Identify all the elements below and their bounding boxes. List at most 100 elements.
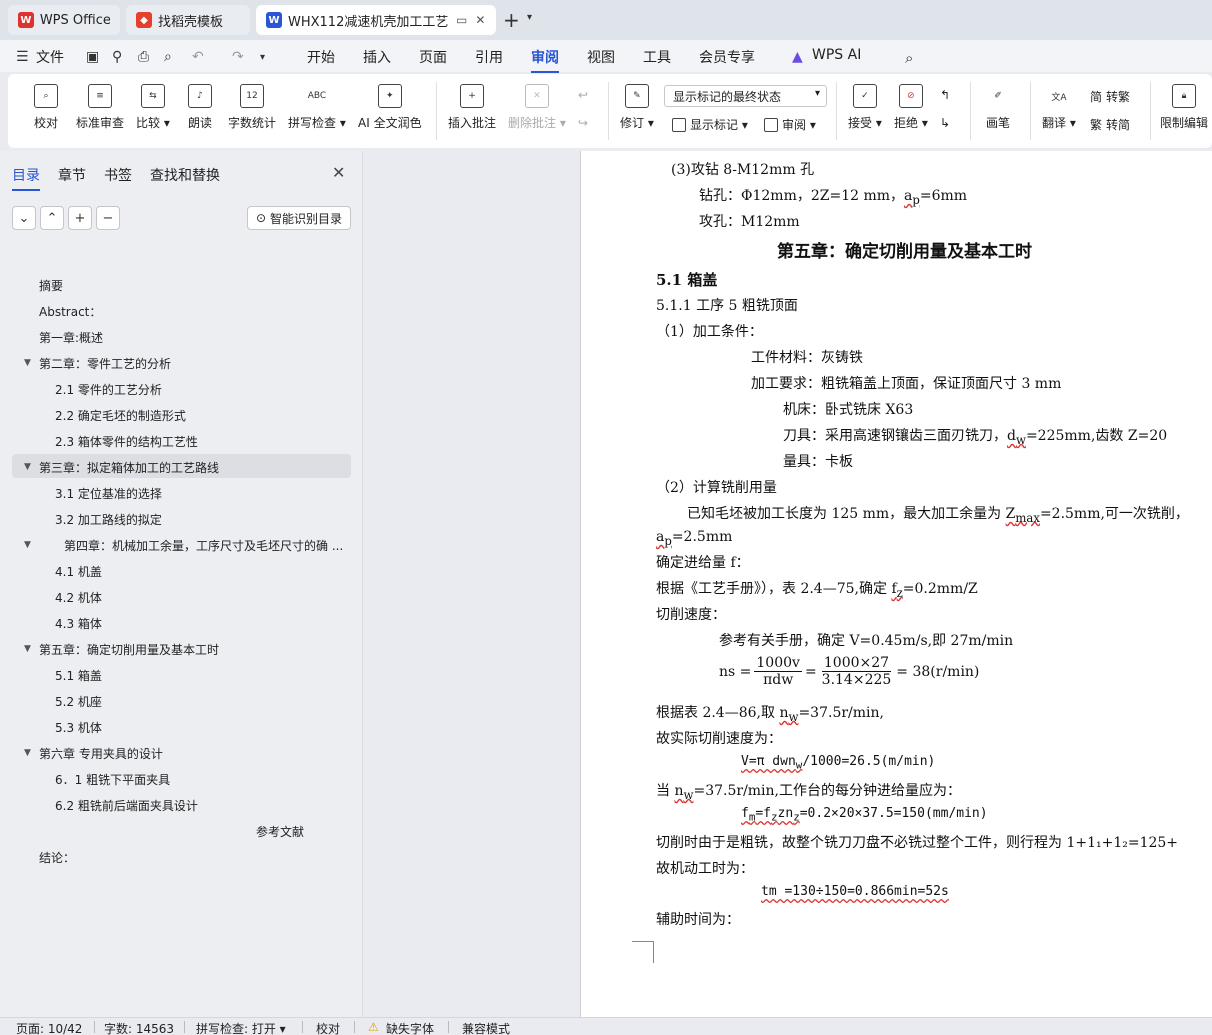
divider — [436, 82, 437, 140]
compare-button[interactable]: ⇆ 比较 ▾ — [136, 84, 170, 131]
toc-item[interactable]: 第五章：确定切削用量及基本工时 — [39, 641, 219, 658]
nav-tab-chapters[interactable]: 章节 — [58, 165, 86, 185]
doc-line: 故机动工时为： — [656, 861, 754, 877]
reject-button[interactable]: ⊘ 拒绝 ▾ — [894, 84, 928, 131]
menu-page[interactable]: 页面 — [419, 47, 447, 67]
translate-button[interactable]: 文A 翻译 ▾ — [1042, 84, 1076, 131]
hamburger-icon[interactable]: ☰ — [16, 49, 29, 65]
spell-check-button[interactable]: ABC 拼写检查 ▾ — [288, 84, 346, 131]
show-markup-button[interactable]: 显示标记 ▾ — [672, 116, 748, 133]
close-icon[interactable]: ✕ — [475, 13, 485, 27]
menu-file[interactable]: 文件 — [36, 47, 64, 67]
tab-document[interactable]: W WHX112减速机壳加工工艺及 ▭ ✕ — [256, 5, 496, 35]
nav-tab-toc[interactable]: 目录 — [12, 165, 40, 191]
tab-docer[interactable]: ◆ 找稻壳模板 — [126, 5, 250, 35]
new-tab-icon[interactable]: + — [503, 8, 520, 32]
toc-item[interactable]: 第一章:概述 — [39, 329, 103, 346]
status-word-count[interactable]: 字数: 14563 — [104, 1020, 174, 1035]
word-count-button[interactable]: 12 字数统计 — [228, 84, 276, 131]
show-markup-icon — [672, 117, 686, 132]
add-heading-icon[interactable]: + — [68, 206, 92, 230]
share-icon[interactable]: ⚲ — [112, 49, 122, 65]
prev-comment-icon[interactable]: ↩ — [578, 88, 588, 102]
chevron-down-icon[interactable]: ▾ — [260, 52, 265, 63]
toc-item[interactable]: 第六章 专用夹具的设计 — [39, 745, 163, 762]
menu-reference[interactable]: 引用 — [475, 47, 503, 67]
to-simplified-button[interactable]: 繁 转简 — [1090, 116, 1130, 133]
menu-start[interactable]: 开始 — [307, 47, 335, 67]
toc-item[interactable]: 4.1 机盖 — [55, 563, 102, 580]
remove-heading-icon[interactable]: − — [96, 206, 120, 230]
toc-item[interactable]: 摘要 — [39, 277, 63, 294]
expand-arrow-icon[interactable]: ▼ — [24, 540, 31, 550]
close-icon[interactable]: ✕ — [332, 163, 345, 182]
expand-arrow-icon[interactable]: ▼ — [24, 462, 31, 472]
print-icon[interactable]: ⎙ — [138, 49, 149, 65]
chevron-down-icon[interactable]: ▾ — [527, 12, 532, 23]
toc-item[interactable]: 结论： — [39, 849, 75, 866]
document-page[interactable]: (3)攻钻 8-M12mm 孔 钻孔：Φ12mm，2Z=12 mm，ap=6mm… — [580, 151, 1212, 1017]
toc-item[interactable]: 5.3 机体 — [55, 719, 102, 736]
insert-comment-button[interactable]: + 插入批注 — [448, 84, 496, 131]
next-comment-icon[interactable]: ↪ — [578, 116, 588, 130]
proofread-button[interactable]: ⌕ 校对 — [34, 84, 58, 131]
toc-item[interactable]: 2.3 箱体零件的结构工艺性 — [55, 433, 198, 450]
to-traditional-button[interactable]: 简 转繁 — [1090, 88, 1130, 105]
expand-arrow-icon[interactable]: ▼ — [24, 358, 31, 368]
search-icon[interactable]: ⌕ — [905, 49, 913, 67]
delete-comment-button[interactable]: ✕ 删除批注 ▾ — [508, 84, 566, 131]
undo-icon[interactable]: ↶ — [192, 49, 204, 65]
ai-polish-button[interactable]: ✦ AI 全文润色 — [358, 84, 422, 131]
status-page[interactable]: 页面: 10/42 — [16, 1020, 82, 1035]
toc-item[interactable]: 2.2 确定毛坯的制造形式 — [55, 407, 186, 424]
markup-state-dropdown[interactable]: 显示标记的最终状态 ▾ — [664, 85, 827, 107]
toc-item[interactable]: 4.3 箱体 — [55, 615, 102, 632]
monitor-icon[interactable]: ▭ — [456, 13, 467, 27]
toc-item[interactable]: 6.2 粗铣前后端面夹具设计 — [55, 797, 198, 814]
expand-up-icon[interactable]: ⌃ — [40, 206, 64, 230]
toc-item[interactable]: 第四章：机械加工余量，工序尺寸及毛坯尺寸的确 ... — [64, 537, 343, 554]
read-aloud-button[interactable]: ♪ 朗读 — [188, 84, 212, 131]
status-proofread[interactable]: 校对 — [316, 1020, 340, 1035]
toc-item[interactable]: 2.1 零件的工艺分析 — [55, 381, 162, 398]
status-missing-font[interactable]: 缺失字体 — [386, 1020, 434, 1035]
toc-item[interactable]: 4.2 机体 — [55, 589, 102, 606]
smart-toc-button[interactable]: ⊙ 智能识别目录 — [247, 206, 351, 230]
menu-review[interactable]: 审阅 — [531, 47, 559, 73]
review-pane-button[interactable]: 审阅 ▾ — [764, 116, 816, 133]
doc-line: 量具：卡板 — [783, 454, 853, 470]
expand-arrow-icon[interactable]: ▼ — [24, 748, 31, 758]
prev-change-icon[interactable]: ↰ — [940, 88, 950, 102]
collapse-icon[interactable]: ⌄ — [12, 206, 36, 230]
menu-insert[interactable]: 插入 — [363, 47, 391, 67]
status-spell-check[interactable]: 拼写检查: 打开 ▾ — [196, 1020, 286, 1035]
next-change-icon[interactable]: ↳ — [940, 116, 950, 130]
accept-button[interactable]: ✓ 接受 ▾ — [848, 84, 882, 131]
toc-item[interactable]: Abstract： — [39, 303, 101, 320]
print-preview-icon[interactable]: ⌕ — [164, 49, 172, 65]
toc-item[interactable]: 6．1 粗铣下平面夹具 — [55, 771, 170, 788]
toc-item[interactable]: 5.1 箱盖 — [55, 667, 102, 684]
pen-button[interactable]: ✐ 画笔 — [986, 84, 1010, 131]
status-bar: 页面: 10/42 字数: 14563 拼写检查: 打开 ▾ 校对 ⚠ 缺失字体… — [0, 1017, 1212, 1035]
redo-icon[interactable]: ↷ — [232, 49, 244, 65]
divider — [608, 82, 609, 140]
toc-item[interactable]: 3.1 定位基准的选择 — [55, 485, 162, 502]
toc-item[interactable]: 5.2 机座 — [55, 693, 102, 710]
toc-item[interactable]: 参考文献 — [256, 823, 304, 840]
standard-review-button[interactable]: ≡ 标准审查 — [76, 84, 124, 131]
toc-item[interactable]: 第二章：零件工艺的分析 — [39, 355, 171, 372]
revise-button[interactable]: ✎ 修订 ▾ — [620, 84, 654, 131]
menu-view[interactable]: 视图 — [587, 47, 615, 67]
tab-wps-office[interactable]: W WPS Office — [8, 5, 120, 35]
restrict-edit-button[interactable]: 🔒︎ 限制编辑 — [1160, 84, 1208, 131]
toc-item-selected[interactable]: 第三章：拟定箱体加工的工艺路线 — [39, 459, 219, 476]
menu-wps-ai[interactable]: WPS AI — [812, 47, 861, 63]
menu-tools[interactable]: 工具 — [643, 47, 671, 67]
nav-tab-find-replace[interactable]: 查找和替换 — [150, 165, 220, 185]
menu-member[interactable]: 会员专享 — [699, 47, 755, 67]
expand-arrow-icon[interactable]: ▼ — [24, 644, 31, 654]
save-icon[interactable]: ▣ — [86, 49, 99, 65]
nav-tab-bookmarks[interactable]: 书签 — [104, 165, 132, 185]
toc-item[interactable]: 3.2 加工路线的拟定 — [55, 511, 162, 528]
